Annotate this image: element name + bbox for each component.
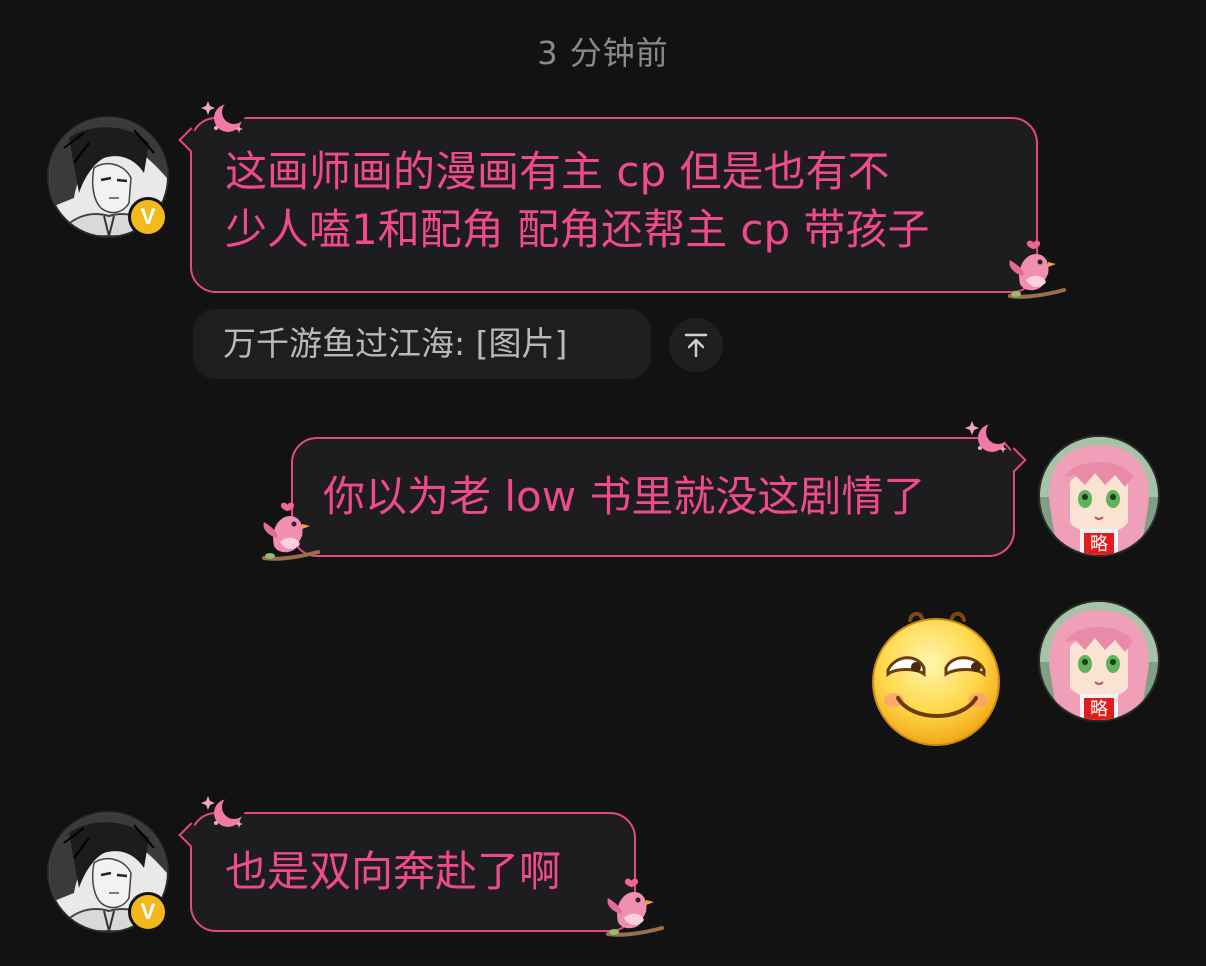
- grin-emoji-sticker[interactable]: [866, 610, 1004, 748]
- avatar-badge: 略: [1090, 699, 1108, 720]
- message-text: 也是双向奔赴了啊: [225, 847, 562, 896]
- verified-badge-icon: V: [128, 892, 168, 932]
- scroll-to-quote-button[interactable]: [669, 318, 723, 372]
- quoted-message[interactable]: 万千游鱼过江海: [图片]: [193, 309, 651, 379]
- self-avatar[interactable]: 略: [1040, 602, 1158, 720]
- scroll-to-quote-icon: [684, 333, 708, 358]
- verified-badge-icon: V: [128, 197, 168, 237]
- message-text: 这画师画的漫画有主 cp 但是也有不 少人嗑1和配角 配角还帮主 cp 带孩子: [225, 147, 930, 254]
- self-avatar[interactable]: 略: [1040, 437, 1158, 555]
- avatar-badge: 略: [1090, 534, 1108, 555]
- message-text: 你以为老 low 书里就没这剧情了: [323, 472, 926, 521]
- message-bubble-outgoing[interactable]: 你以为老 low 书里就没这剧情了: [291, 437, 1027, 557]
- message-timestamp: 3 分钟前: [537, 34, 669, 72]
- message-bubble-incoming[interactable]: 也是双向奔赴了啊: [178, 812, 636, 932]
- message-bubble-incoming[interactable]: 这画师画的漫画有主 cp 但是也有不 少人嗑1和配角 配角还帮主 cp 带孩子: [178, 117, 1038, 293]
